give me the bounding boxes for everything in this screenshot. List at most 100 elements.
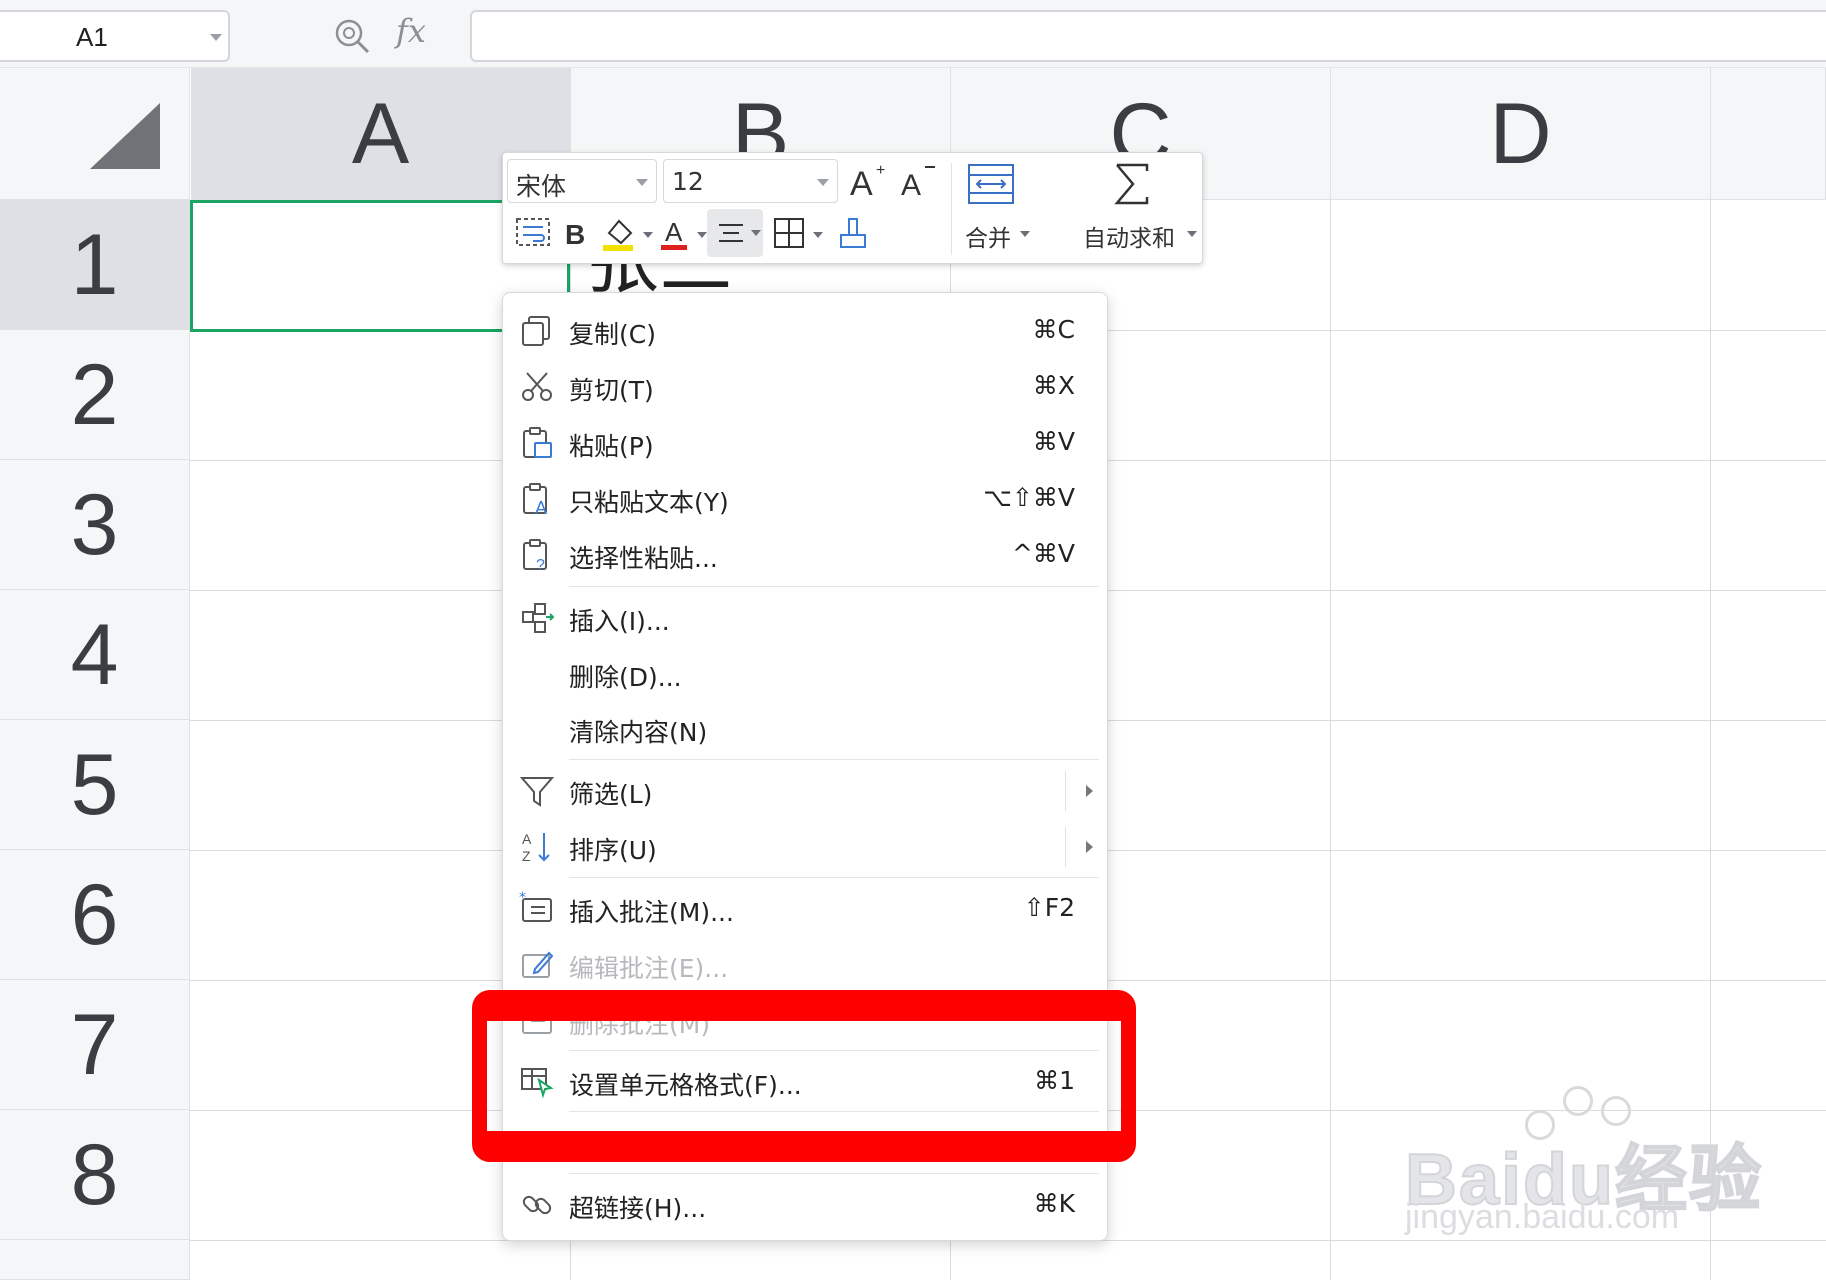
row-header-9[interactable]: [0, 1240, 190, 1280]
chevron-down-icon: [1020, 231, 1030, 237]
chevron-down-icon[interactable]: [697, 232, 707, 238]
menu-item-shortcut: ⌘C: [1032, 315, 1075, 344]
menu-item-shortcut: ⌘K: [1033, 1189, 1075, 1218]
toolbar-divider: [951, 163, 952, 255]
zoom-search-icon[interactable]: [332, 16, 372, 56]
borders-button[interactable]: [767, 211, 811, 255]
menu-item-paste-text-only[interactable]: A 只粘贴文本(Y) ⌥⇧⌘V: [503, 473, 1109, 525]
menu-item-label: 超链接(H)...: [569, 1194, 707, 1223]
font-color-button[interactable]: A: [653, 211, 697, 255]
menu-item-hyperlink[interactable]: 超链接(H)... ⌘K: [503, 1179, 1109, 1231]
name-box-value: A1: [76, 22, 108, 52]
menu-item-label: 只粘贴文本(Y): [569, 488, 729, 517]
paste-icon: [523, 427, 552, 458]
decrease-font-size-button[interactable]: A: [899, 159, 943, 203]
formula-input[interactable]: [470, 10, 1826, 62]
merge-button[interactable]: 合并: [965, 159, 1065, 259]
align-center-icon: [719, 224, 743, 242]
font-name-value: 宋体: [516, 172, 567, 201]
menu-item-label: 编辑批注(E)...: [569, 954, 729, 983]
font-name-select[interactable]: 宋体: [507, 159, 657, 203]
menu-item-label: 插入(I)...: [569, 607, 670, 636]
font-size-select[interactable]: 12: [663, 159, 838, 203]
menu-item-cut[interactable]: 剪切(T) ⌘X: [503, 361, 1109, 413]
wrap-text-icon: [516, 218, 550, 246]
menu-divider: [569, 877, 1099, 878]
row-header-2[interactable]: 2: [0, 330, 190, 460]
borders-icon: [774, 218, 804, 248]
chevron-down-icon: [817, 179, 829, 186]
menu-item-label: 筛选(L): [569, 780, 653, 809]
row-header-4[interactable]: 4: [0, 590, 190, 720]
align-center-button[interactable]: [707, 209, 763, 257]
menu-divider: [569, 586, 1099, 587]
menu-item-paste-special[interactable]: ? 选择性粘贴... ^⌘V: [503, 529, 1109, 581]
row-header-6[interactable]: 6: [0, 850, 190, 980]
svg-text:*: *: [519, 891, 526, 906]
format-painter-button[interactable]: [831, 211, 875, 255]
column-header-d[interactable]: D: [1331, 68, 1711, 200]
autosum-button[interactable]: 自动求和: [1083, 159, 1199, 259]
svg-text:B: B: [565, 219, 585, 250]
chevron-down-icon[interactable]: [813, 232, 823, 238]
hyperlink-icon: [522, 1195, 552, 1215]
svg-text:A: A: [901, 169, 921, 202]
chevron-right-icon: [1086, 785, 1093, 797]
decrease-font-icon: A: [901, 166, 935, 202]
menu-item-label: 删除(D)...: [569, 663, 682, 692]
insert-icon: [522, 603, 555, 633]
svg-text:Z: Z: [522, 848, 531, 864]
chevron-down-icon[interactable]: [210, 34, 222, 41]
svg-text:A: A: [665, 217, 683, 247]
row-header-3[interactable]: 3: [0, 460, 190, 590]
sort-icon: A Z: [522, 831, 550, 864]
autosum-label: 自动求和: [1083, 226, 1175, 252]
chevron-down-icon[interactable]: [643, 232, 653, 238]
menu-item-edit-comment[interactable]: 编辑批注(E)...: [503, 939, 1109, 991]
fill-color-button[interactable]: [597, 211, 641, 255]
menu-item-label: 清除内容(N): [569, 718, 708, 747]
row-header-8[interactable]: 8: [0, 1110, 190, 1240]
svg-text:+: +: [876, 162, 885, 179]
menu-item-delete[interactable]: 删除(D)...: [503, 648, 1109, 700]
menu-item-filter[interactable]: 筛选(L): [503, 765, 1109, 817]
select-all-corner[interactable]: [0, 68, 190, 200]
mini-format-toolbar: 宋体 12 A + A B A 合并 自动求和: [502, 152, 1203, 264]
font-color-icon: A: [661, 217, 687, 250]
highlight-bottom-bar: [487, 1131, 1121, 1147]
chevron-down-icon: [636, 179, 648, 186]
merge-label: 合并: [965, 226, 1011, 252]
bold-button[interactable]: B: [555, 211, 599, 255]
menu-item-insert-comment[interactable]: * 插入批注(M)... ⇧F2: [503, 883, 1109, 935]
chevron-down-icon: [1187, 231, 1197, 237]
fx-icon[interactable]: fx: [396, 12, 426, 50]
name-box[interactable]: A1: [0, 10, 230, 62]
fill-bucket-icon: [603, 219, 633, 251]
increase-font-icon: A +: [850, 162, 885, 203]
menu-item-clear-contents[interactable]: 清除内容(N): [503, 703, 1109, 755]
svg-text:A: A: [850, 165, 873, 203]
increase-font-size-button[interactable]: A +: [848, 159, 892, 203]
highlight-top-bar: [487, 1005, 1121, 1021]
menu-item-label: 选择性粘贴...: [569, 544, 718, 573]
row-header-5[interactable]: 5: [0, 720, 190, 850]
row-header-7[interactable]: 7: [0, 980, 190, 1110]
menu-divider: [569, 1173, 1099, 1174]
merge-cells-icon: [968, 164, 1014, 204]
svg-text:A: A: [522, 831, 532, 847]
menu-item-paste[interactable]: 粘贴(P) ⌘V: [503, 417, 1109, 469]
menu-item-sort[interactable]: A Z 排序(U): [503, 821, 1109, 873]
menu-item-insert[interactable]: 插入(I)...: [503, 592, 1109, 644]
column-header-e[interactable]: [1711, 68, 1826, 200]
submenu-divider: [1065, 771, 1066, 811]
menu-item-label: 复制(C): [569, 320, 656, 349]
row-header-1[interactable]: 1: [0, 200, 190, 330]
paste-special-icon: ?: [523, 539, 547, 573]
insert-comment-icon: *: [519, 891, 552, 922]
menu-item-label: 剪切(T): [569, 376, 654, 405]
edit-comment-icon: [522, 951, 554, 978]
wrap-text-button[interactable]: [511, 211, 555, 255]
menu-item-shortcut: ⌘X: [1032, 371, 1075, 400]
menu-item-copy[interactable]: 复制(C) ⌘C: [503, 305, 1109, 357]
menu-item-label: 粘贴(P): [569, 432, 654, 461]
